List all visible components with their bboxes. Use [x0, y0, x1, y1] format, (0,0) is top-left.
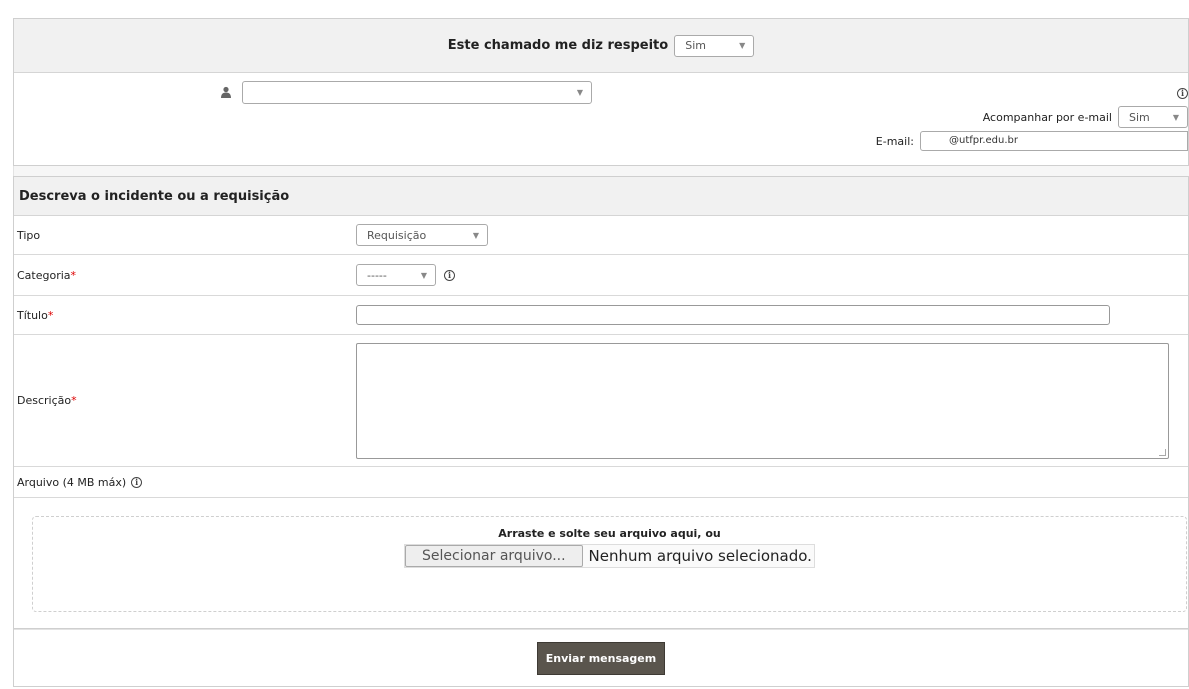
categoria-row: Categoria* ----- ▼ i — [14, 255, 1188, 296]
tipo-row: Tipo Requisição ▼ — [14, 216, 1188, 255]
tipo-select[interactable]: Requisição ▼ — [356, 224, 488, 246]
user-icon — [221, 86, 231, 98]
chevron-down-icon: ▼ — [1172, 112, 1179, 122]
email-input[interactable]: @utfpr.edu.br — [920, 131, 1188, 151]
follow-email-row: Acompanhar por e-mail Sim ▼ — [983, 106, 1188, 128]
send-message-button[interactable]: Enviar mensagem — [536, 641, 666, 675]
titulo-input[interactable] — [356, 305, 1110, 325]
concern-label: Este chamado me diz respeito — [447, 38, 669, 53]
section-title: Descreva o incidente ou a requisição — [14, 177, 1188, 216]
submit-row: Enviar mensagem — [14, 629, 1188, 686]
titulo-row: Título* — [14, 296, 1188, 335]
section-spacer — [13, 166, 1189, 176]
requester-select[interactable]: ▼ — [242, 81, 592, 104]
requester-panel: Este chamado me diz respeito Sim ▼ ▼ i A… — [13, 18, 1189, 166]
concern-select-value: Sim — [685, 39, 706, 52]
chevron-down-icon: ▼ — [739, 41, 746, 50]
concern-select[interactable]: Sim ▼ — [674, 34, 755, 57]
requester-area: ▼ i Acompanhar por e-mail Sim ▼ E-mail: … — [14, 73, 1188, 165]
chevron-down-icon: ▼ — [576, 88, 583, 97]
chevron-down-icon: ▼ — [420, 270, 427, 280]
categoria-label: Categoria* — [17, 268, 77, 282]
chevron-down-icon: ▼ — [472, 230, 479, 240]
tipo-label: Tipo — [17, 228, 41, 242]
follow-email-label: Acompanhar por e-mail — [982, 110, 1112, 124]
file-label: Arquivo (4 MB máx) — [17, 475, 127, 489]
description-panel: Descreva o incidente ou a requisição Tip… — [13, 176, 1189, 687]
email-row: E-mail: @utfpr.edu.br — [876, 131, 1188, 151]
tipo-select-value: Requisição — [367, 228, 427, 242]
file-status: Nenhum arquivo selecionado. — [588, 547, 812, 565]
follow-email-select[interactable]: Sim ▼ — [1118, 106, 1188, 128]
email-label: E-mail: — [875, 134, 914, 148]
descricao-label: Descrição* — [17, 394, 77, 407]
info-icon[interactable]: i — [444, 269, 455, 281]
categoria-select-value: ----- — [367, 268, 387, 282]
drop-text: Arraste e solte seu arquivo aqui, ou — [498, 527, 721, 540]
ticket-form-container: Este chamado me diz respeito Sim ▼ ▼ i A… — [13, 18, 1189, 687]
descricao-textarea[interactable] — [356, 342, 1169, 459]
resize-grip-icon[interactable] — [1159, 448, 1166, 456]
concern-bar: Este chamado me diz respeito Sim ▼ — [14, 19, 1188, 73]
file-label-row: Arquivo (4 MB máx) i — [14, 467, 1188, 498]
categoria-select[interactable]: ----- ▼ — [356, 264, 436, 286]
titulo-label: Título* — [17, 308, 54, 322]
info-icon[interactable]: i — [131, 476, 143, 488]
select-file-button[interactable]: Selecionar arquivo... — [405, 545, 583, 567]
file-dropzone[interactable]: Arraste e solte seu arquivo aqui, ou Sel… — [32, 516, 1187, 612]
drop-area: Arraste e solte seu arquivo aqui, ou Sel… — [14, 498, 1188, 629]
info-icon[interactable]: i — [1177, 85, 1188, 99]
descricao-row: Descrição* — [14, 335, 1188, 467]
file-picker: Selecionar arquivo... Nenhum arquivo sel… — [404, 544, 815, 568]
follow-email-value: Sim — [1129, 110, 1150, 124]
